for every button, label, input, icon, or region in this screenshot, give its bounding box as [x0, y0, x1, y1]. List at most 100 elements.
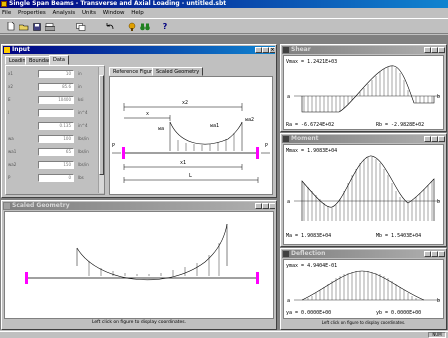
field-row: wa1 65 lbs/in: [6, 148, 98, 158]
menu-units[interactable]: Units: [82, 10, 96, 16]
data-fields-panel: x1 10 in x2 85.6 in E 10400 ksi Iin^4 0.135 in^4 wa 1…: [5, 65, 105, 195]
moment-plot[interactable]: Mmax = 1.9083E+04 a b Ma = 1.9083E+04 Mb…: [283, 144, 444, 245]
minimize-button[interactable]: [255, 47, 262, 53]
input-title-bar: Input ×: [3, 46, 275, 54]
menu-file[interactable]: File: [2, 10, 11, 16]
shear-plot[interactable]: Vmax = 1.2421E+03 a b Ra = -6.6724E+02 R: [283, 55, 444, 130]
maximize-button[interactable]: [262, 47, 269, 53]
deflection-hatch: [307, 271, 417, 300]
maximize-button[interactable]: [431, 251, 438, 257]
status-bar: NUM: [0, 331, 448, 338]
field-input[interactable]: 85.6: [38, 83, 74, 91]
field-input[interactable]: 0.135: [38, 122, 74, 130]
deflection-diagram: ymax = 4.9404E-01 a b ya = 0.0000E+00 yb…: [286, 263, 440, 316]
scaled-geometry-figure: [25, 223, 259, 284]
deflection-hint: Left click on figure to display coordina…: [321, 320, 406, 325]
maximize-button[interactable]: [431, 136, 438, 142]
menu-window[interactable]: Window: [103, 10, 125, 16]
shear-window: Shear Vmax = 1.2421E+03 a b Ra = -6.6724…: [280, 44, 447, 132]
maximize-button[interactable]: [431, 47, 438, 53]
field-label: x1: [8, 71, 13, 76]
minimize-button[interactable]: [424, 136, 431, 142]
field-unit: lbs/in: [78, 162, 89, 167]
label-p-left: P: [112, 143, 115, 149]
moment-a-label: a: [287, 199, 290, 205]
left-support: [122, 147, 125, 159]
moment-b-label: b: [437, 199, 440, 205]
field-input[interactable]: [38, 109, 74, 117]
field-input[interactable]: 150: [38, 161, 74, 169]
geometry-load-arrows: [88, 243, 220, 276]
moment-title-bar: Moment: [282, 135, 445, 143]
close-button[interactable]: [438, 136, 445, 142]
field-row: wa 100 lbs/in: [6, 135, 98, 145]
field-unit: lbs/in: [78, 149, 89, 154]
binoculars-icon[interactable]: [138, 20, 152, 33]
close-button[interactable]: ×: [269, 47, 275, 53]
new-icon[interactable]: [4, 20, 18, 33]
copy-icon[interactable]: [74, 20, 88, 33]
fields-scrollbar[interactable]: [98, 67, 104, 193]
shear-title: Shear: [291, 46, 311, 53]
scroll-thumb[interactable]: [99, 75, 104, 175]
menu-properties[interactable]: Properties: [18, 10, 46, 16]
field-input[interactable]: 65: [38, 148, 74, 156]
field-input[interactable]: 0: [38, 174, 74, 182]
field-row: 0.135 in^4: [6, 122, 98, 132]
app-icon: [1, 1, 7, 7]
field-input[interactable]: 10: [38, 70, 74, 78]
field-input[interactable]: 100: [38, 135, 74, 143]
deflection-plot[interactable]: ymax = 4.9404E-01 a b ya = 0.0000E+00 yb…: [283, 259, 444, 319]
print-icon[interactable]: [43, 20, 57, 33]
help-icon[interactable]: ?: [158, 20, 172, 33]
field-unit: in: [78, 84, 82, 89]
minimize-button[interactable]: [424, 47, 431, 53]
deflection-title: Deflection: [291, 250, 326, 257]
field-unit: in: [78, 71, 82, 76]
label-wa1: wa1: [210, 123, 219, 129]
field-unit: lbs: [78, 175, 84, 180]
field-input[interactable]: 10400: [38, 96, 74, 104]
field-label: wa: [8, 136, 14, 141]
shear-max-label: Vmax = 1.2421E+03: [286, 59, 337, 65]
tab-data[interactable]: Data: [49, 55, 69, 65]
open-icon[interactable]: [17, 20, 31, 33]
label-l: L: [189, 173, 192, 179]
shear-rb-label: Rb = -2.9828E+02: [376, 122, 424, 128]
moment-max-label: Mmax = 1.9083E+04: [286, 148, 337, 154]
tab-scaled-geometry[interactable]: Scaled Geometry: [152, 67, 204, 76]
wizard-icon[interactable]: [125, 20, 139, 33]
app-title: Single Span Beams - Transverse and Axial…: [9, 0, 227, 7]
status-num-indicator: NUM: [428, 332, 446, 338]
menu-help[interactable]: Help: [131, 10, 144, 16]
menu-analysis[interactable]: Analysis: [53, 10, 76, 16]
scaled-geometry-title: Scaled Geometry: [12, 202, 70, 209]
shear-a-label: a: [287, 94, 290, 100]
menu-bar: File Properties Analysis Units Window He…: [0, 9, 448, 17]
reference-figure-panel: x2 x wa wa1 wa2 P P x1 L: [109, 76, 273, 195]
shear-diagram: Vmax = 1.2421E+03 a b Ra = -6.6724E+02 R: [286, 59, 440, 128]
undo-icon[interactable]: [103, 20, 117, 33]
minimize-button[interactable]: [424, 251, 431, 257]
maximize-button[interactable]: [262, 203, 269, 209]
label-x2: x2: [182, 100, 188, 106]
moment-icon: [283, 136, 289, 142]
toolbar: ?: [0, 18, 448, 34]
close-button[interactable]: [438, 251, 445, 257]
shear-icon: [283, 47, 289, 53]
deflection-window: Deflection ymax = 4.9404E-01 a b ya = 0.…: [280, 248, 447, 330]
field-row: Iin^4: [6, 109, 98, 119]
app-title-bar: Single Span Beams - Transverse and Axial…: [0, 0, 448, 8]
save-icon[interactable]: [30, 20, 44, 33]
minimize-button[interactable]: [255, 203, 262, 209]
label-x1: x1: [180, 160, 186, 166]
label-p-right: P: [265, 143, 268, 149]
close-button[interactable]: [438, 47, 445, 53]
close-button[interactable]: [269, 203, 275, 209]
field-unit: in^4: [78, 110, 88, 115]
shear-ra-label: Ra = -6.6724E+02: [286, 122, 334, 128]
scaled-geometry-canvas[interactable]: [4, 211, 274, 319]
right-support: [256, 147, 259, 159]
field-label: wa2: [8, 162, 17, 167]
scaled-geometry-icon: [4, 203, 10, 209]
